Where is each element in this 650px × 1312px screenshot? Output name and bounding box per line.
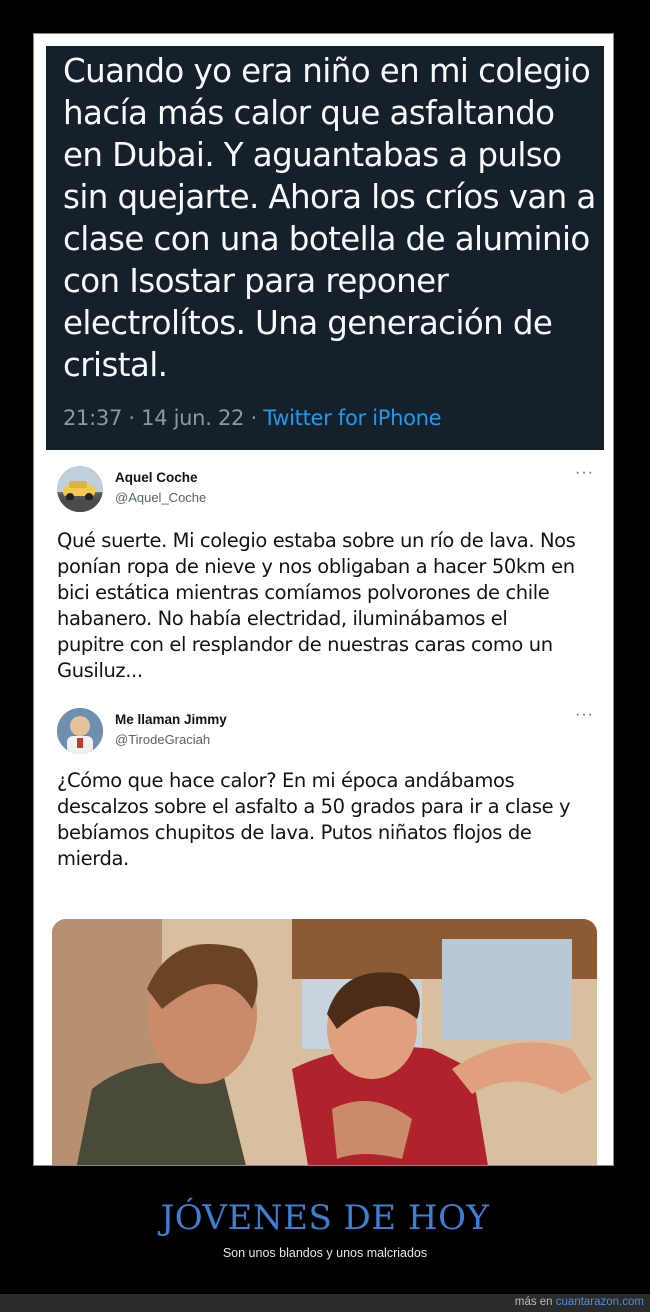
tweet-line: ponían ropa de nieve y nos obligaban a h…: [57, 555, 575, 578]
reply-tweet-aquel-coche: Aquel Coche @Aquel_Coche ··· Qué suerte.…: [46, 450, 604, 698]
avatar[interactable]: [57, 708, 103, 754]
tweet-line: Gusiluz...: [57, 659, 143, 682]
display-name[interactable]: Me llaman Jimmy: [115, 712, 227, 727]
avatar[interactable]: [57, 466, 103, 512]
tweet-text: Qué suerte. Mi colegio estaba sobre un r…: [57, 528, 597, 684]
tweet-line: Qué suerte. Mi colegio estaba sobre un r…: [57, 529, 576, 552]
poster-title: JÓVENES DE HOY: [160, 1198, 490, 1238]
tweet-source-link[interactable]: Twitter for iPhone: [263, 406, 441, 430]
tweet-line: mierda.: [57, 847, 129, 870]
tweet-line: bici estática mientras comíamos polvoron…: [57, 581, 550, 604]
tweet-line: descalzos sobre el asfalto a 50 grados p…: [57, 795, 571, 818]
tweet-timestamp: 21:37 · 14 jun. 22 · Twitter for iPhone: [63, 406, 442, 430]
tweet-line: clase con una botella de aluminio: [63, 220, 590, 258]
tweet-line: electrolítos. Una generación de: [63, 304, 553, 342]
tweet-line: ¿Cómo que hace calor? En mi época andába…: [57, 769, 515, 792]
more-options-icon[interactable]: ···: [575, 464, 594, 482]
footer-prefix: más en: [514, 1296, 556, 1308]
tweet-line: Cuando yo era niño en mi colegio: [63, 52, 591, 90]
footer-site-link[interactable]: cuantarazon.com: [556, 1296, 644, 1308]
user-handle[interactable]: @Aquel_Coche: [115, 490, 206, 505]
tweet-line: sin quejarte. Ahora los críos van a: [63, 178, 596, 216]
screenshot-tweet-dark: Cuando yo era niño en mi colegio hacía m…: [46, 46, 604, 450]
tweet-line: bebíamos chupitos de lava. Putos niñatos…: [57, 821, 532, 844]
display-name[interactable]: Aquel Coche: [115, 470, 198, 485]
tweet-line: en Dubai. Y aguantabas a pulso: [63, 136, 562, 174]
user-handle[interactable]: @TirodeGraciah: [115, 732, 210, 747]
meme-frame: Cuando yo era niño en mi colegio hacía m…: [33, 33, 614, 1166]
tweet-line: pupitre con el resplandor de nuestras ca…: [57, 633, 553, 656]
more-options-icon[interactable]: ···: [575, 706, 594, 724]
footer-credit: más en cuantarazon.com: [515, 1296, 644, 1308]
poster-subtitle: Son unos blandos y unos malcriados: [222, 1246, 428, 1260]
tweet-line: con Isostar para reponer: [63, 262, 449, 300]
site-footer: más en cuantarazon.com: [0, 1294, 650, 1312]
tweet-line: cristal.: [63, 346, 168, 384]
tweet-text: ¿Cómo que hace calor? En mi época andába…: [57, 768, 597, 872]
tweet-text: Cuando yo era niño en mi colegio hacía m…: [63, 50, 598, 386]
tweet-line: hacía más calor que asfaltando: [63, 94, 555, 132]
tweet-date: 21:37 · 14 jun. 22 ·: [63, 406, 264, 430]
reply-tweet-me-llaman-jimmy: Me llaman Jimmy @TirodeGraciah ··· ¿Cómo…: [46, 698, 604, 1165]
tweet-photo[interactable]: [52, 919, 597, 1165]
tweet-line: habanero. No había electridad, iluminába…: [57, 607, 508, 630]
